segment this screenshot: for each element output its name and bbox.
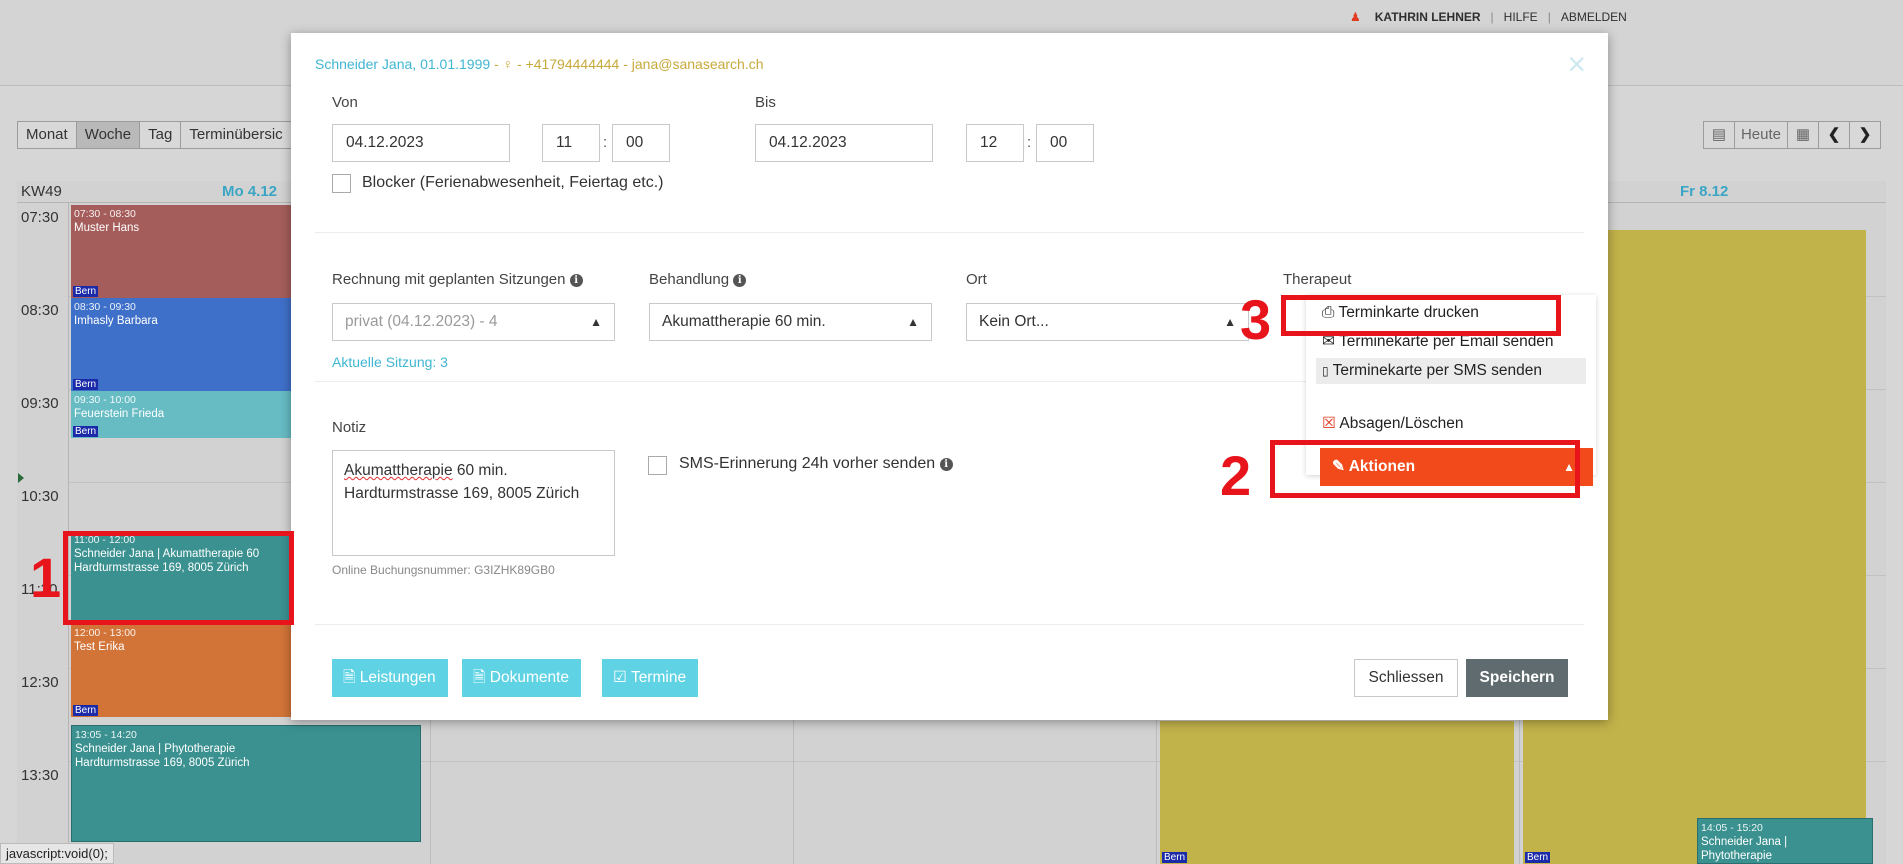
notiz-label: Notiz xyxy=(332,419,367,436)
close-button[interactable]: Schliessen xyxy=(1354,659,1458,697)
view-week-button[interactable]: Woche xyxy=(75,121,141,149)
time-label: 08:30 xyxy=(21,302,59,319)
time-label: 12:30 xyxy=(21,674,59,691)
select-arrows-icon: ▲︎ xyxy=(1224,315,1236,329)
select-arrows-icon: ▲︎ xyxy=(590,315,602,329)
rechnung-select[interactable]: privat (04.12.2023) - 4 ▲︎ xyxy=(332,303,615,341)
prev-week-icon[interactable]: ❮ xyxy=(1818,121,1850,149)
calendar-event[interactable]: 13:05 - 14:20 Schneider Jana | Phytother… xyxy=(71,725,421,842)
day-header-monday[interactable]: Mo 4.12 xyxy=(222,183,277,200)
dokumente-button[interactable]: 🗎 Dokumente xyxy=(462,659,582,697)
time-label: 13:30 xyxy=(21,767,59,784)
location-badge: Bern xyxy=(1162,852,1188,863)
annotation-box-1 xyxy=(63,531,294,625)
menu-item-sms[interactable]: ▯ Terminekarte per SMS senden xyxy=(1316,358,1586,384)
calendar-event[interactable]: 12:00 - 13:00 Test Erika Bern xyxy=(71,624,306,717)
divider xyxy=(315,624,1584,625)
therapeut-label: Therapeut xyxy=(1283,271,1352,288)
view-day-button[interactable]: Tag xyxy=(139,121,182,149)
calendar-event[interactable]: 08:30 - 09:30 Imhasly Barbara Bern xyxy=(71,298,306,391)
time-label: 10:30 xyxy=(21,488,59,505)
notiz-line: Akumattherapie 60 min. xyxy=(344,462,508,479)
notiz-textarea[interactable]: Akumattherapie 60 min. Hardturmstrasse 1… xyxy=(332,450,615,556)
time-colon: : xyxy=(1027,134,1032,151)
next-week-icon[interactable]: ❯ xyxy=(1849,121,1881,149)
status-bar: javascript:void(0); xyxy=(0,843,114,864)
sms-reminder-label: SMS-Erinnerung 24h vorher senden i xyxy=(679,455,953,473)
location-badge: Bern xyxy=(73,705,99,716)
annotation-box-2 xyxy=(1270,440,1580,498)
user-menu[interactable]: ♟ KATHRIN LEHNER xyxy=(1330,10,1491,24)
annotation-number-1: 1 xyxy=(30,546,62,609)
calendar-event[interactable]: 07:30 - 08:30 Muster Hans Bern xyxy=(71,205,306,298)
location-badge: Bern xyxy=(73,379,99,390)
calendar-delete-icon: ☒ xyxy=(1322,415,1336,432)
behandlung-label: Behandlung i xyxy=(649,271,747,288)
calendar-block[interactable]: Bern xyxy=(1160,721,1514,864)
von-minute-input[interactable]: 00 xyxy=(612,124,670,162)
help-link[interactable]: HILFE xyxy=(1494,10,1548,24)
menu-item-cancel[interactable]: ☒ Absagen/Löschen xyxy=(1316,411,1586,437)
behandlung-select[interactable]: Akumattherapie 60 min. ▲︎ xyxy=(649,303,932,341)
von-date-input[interactable]: 04.12.2023 xyxy=(332,124,510,162)
user-links: ♟ KATHRIN LEHNER | HILFE | ABMELDEN xyxy=(1330,10,1637,24)
calendar-icon[interactable]: ▦ xyxy=(1787,121,1819,149)
von-hour-input[interactable]: 11 xyxy=(542,124,600,162)
leistungen-button[interactable]: 🗎 Leistungen xyxy=(332,659,448,697)
day-header-friday[interactable]: Fr 8.12 xyxy=(1680,183,1728,200)
ort-select[interactable]: Kein Ort... ▲︎ xyxy=(966,303,1249,341)
rechnung-label: Rechnung mit geplanten Sitzungen i xyxy=(332,271,583,288)
appointment-dialog: Schneider Jana, 01.01.1999 - ♀ - +417944… xyxy=(291,33,1608,720)
time-label: 09:30 xyxy=(21,395,59,412)
time-column: 07:30 08:30 09:30 10:30 11:30 12:30 13:3… xyxy=(17,203,69,864)
calendar-event[interactable]: 09:30 - 10:00 Feuerstein Frieda Bern xyxy=(71,391,306,438)
sms-reminder-checkbox[interactable] xyxy=(648,456,667,475)
document-icon: 🗎 xyxy=(473,669,486,686)
current-time-marker xyxy=(18,473,24,483)
week-number: KW49 xyxy=(21,183,62,200)
annotation-number-3: 3 xyxy=(1240,288,1272,351)
logout-link[interactable]: ABMELDEN xyxy=(1551,10,1637,24)
bis-minute-input[interactable]: 00 xyxy=(1036,124,1094,162)
von-label: Von xyxy=(332,94,358,111)
info-icon: i xyxy=(569,274,583,287)
divider xyxy=(315,232,1584,233)
location-badge: Bern xyxy=(73,426,99,437)
mobile-icon: ▯ xyxy=(1322,364,1329,378)
info-icon: i xyxy=(939,458,953,471)
select-arrows-icon: ▲︎ xyxy=(907,315,919,329)
ort-label: Ort xyxy=(966,271,987,288)
notiz-line: Hardturmstrasse 169, 8005 Zürich xyxy=(344,485,580,502)
view-month-button[interactable]: Monat xyxy=(17,121,77,149)
calendar-check-icon: ☑ xyxy=(613,669,627,686)
view-overview-button[interactable]: Terminübersic xyxy=(180,121,292,149)
time-label: 07:30 xyxy=(21,209,59,226)
aktuelle-sitzung: Aktuelle Sitzung: 3 xyxy=(332,354,448,370)
list-icon[interactable]: ▤ xyxy=(1702,121,1735,149)
bis-label: Bis xyxy=(755,94,776,111)
user-icon: ♟ xyxy=(1350,10,1361,24)
bis-hour-input[interactable]: 12 xyxy=(966,124,1024,162)
annotation-box-3 xyxy=(1281,295,1561,336)
location-badge: Bern xyxy=(1525,852,1551,863)
location-badge: Bern xyxy=(73,286,99,297)
file-icon: 🗎 xyxy=(343,669,356,686)
dialog-title: Schneider Jana, 01.01.1999 - ♀ - +417944… xyxy=(315,56,764,72)
save-button[interactable]: Speichern xyxy=(1466,659,1568,697)
calendar-nav: ▤ Heute ▦ ❮ ❯ xyxy=(1702,121,1881,149)
close-icon[interactable]: × xyxy=(1567,48,1586,80)
booking-number: Online Buchungsnummer: G3IZHK89GB0 xyxy=(332,563,555,577)
today-button[interactable]: Heute xyxy=(1733,121,1788,149)
blocker-checkbox[interactable] xyxy=(332,174,351,193)
view-switcher: Monat Woche Tag Terminübersic xyxy=(17,121,292,149)
termine-button[interactable]: ☑ Termine xyxy=(602,659,699,697)
time-colon: : xyxy=(603,134,608,151)
calendar-event[interactable]: 14:05 - 15:20 Schneider Jana | Phytother… xyxy=(1697,818,1873,864)
bis-date-input[interactable]: 04.12.2023 xyxy=(755,124,933,162)
info-icon: i xyxy=(733,274,747,287)
blocker-label: Blocker (Ferienabwesenheit, Feiertag etc… xyxy=(362,174,664,191)
annotation-number-2: 2 xyxy=(1220,444,1252,507)
